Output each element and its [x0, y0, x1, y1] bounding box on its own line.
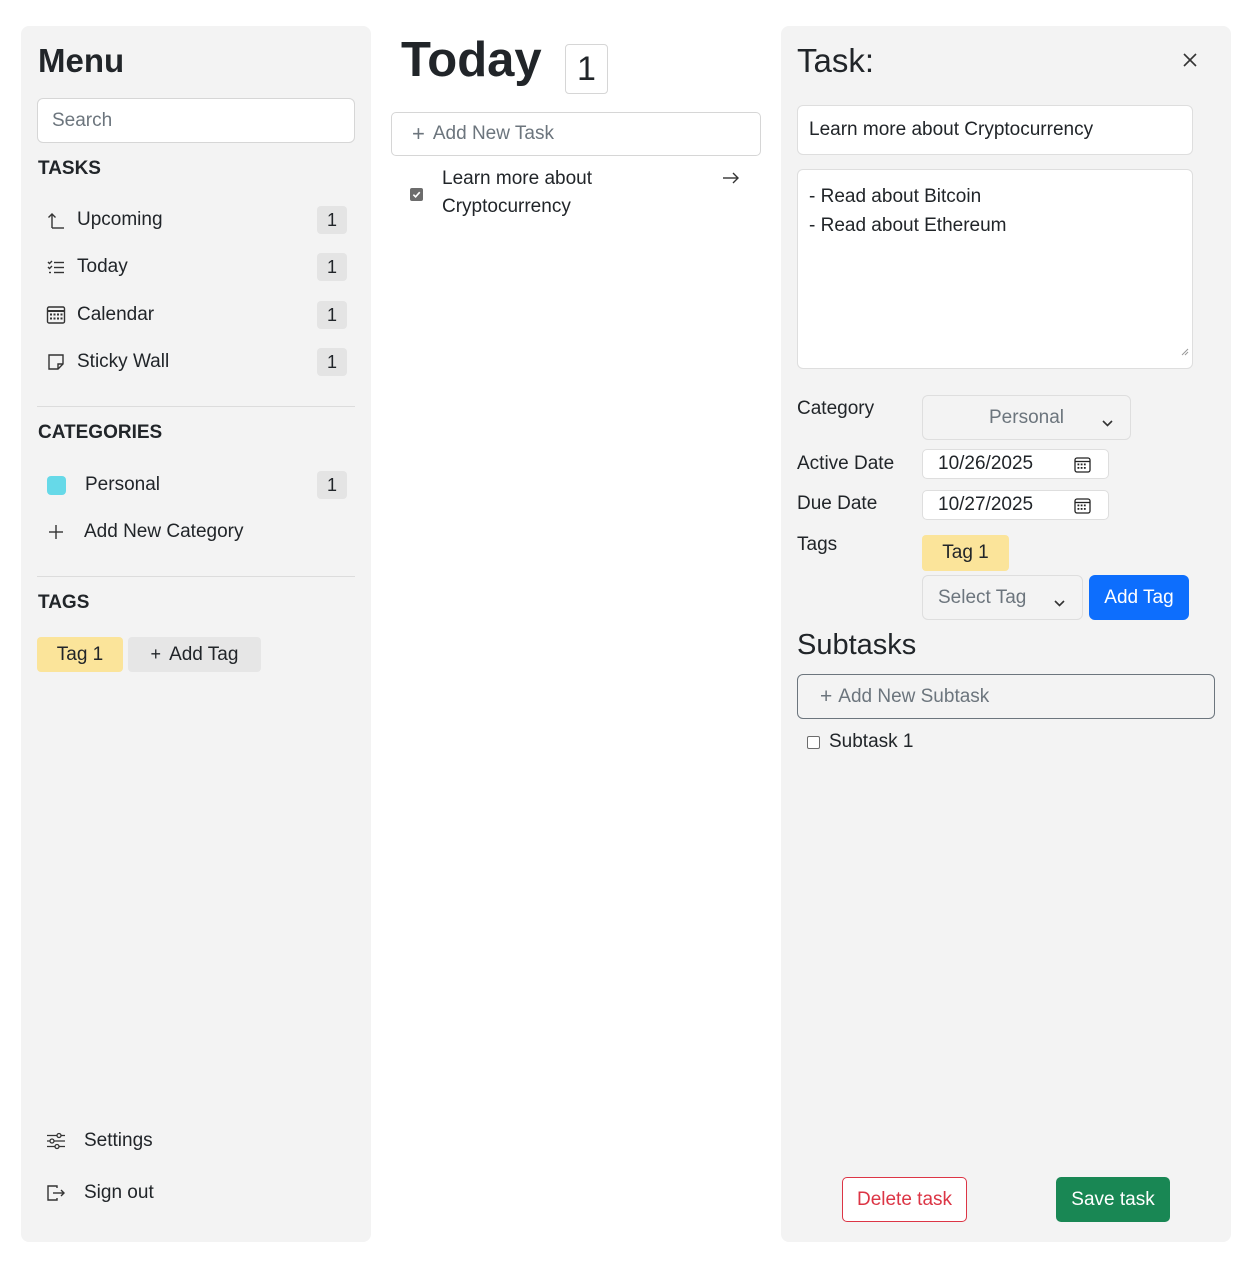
due-date-label: Due Date	[797, 493, 878, 514]
upcoming-icon	[45, 209, 67, 231]
tasks-heading: TASKS	[38, 158, 101, 179]
divider	[37, 576, 355, 577]
calendar-icon	[45, 304, 67, 326]
plus-icon	[45, 521, 67, 543]
task-title: Learn more about Cryptocurrency	[442, 168, 592, 217]
active-date-label: Active Date	[797, 453, 895, 474]
category-label: Personal	[85, 474, 160, 495]
settings-sliders-icon	[45, 1130, 67, 1152]
count-badge: 1	[317, 301, 347, 329]
arrow-right-icon[interactable]	[721, 169, 741, 192]
settings-label: Settings	[84, 1130, 153, 1151]
chevron-down-icon	[1053, 592, 1066, 614]
add-tag-button[interactable]: Add Tag	[1089, 575, 1189, 620]
sign-out-button[interactable]: Sign out	[37, 1174, 355, 1212]
active-date-value: 10/26/2025	[938, 453, 1034, 474]
select-tag-placeholder: Select Tag	[938, 586, 1027, 608]
sidebar: Menu TASKS Upcoming 1 Today 1	[21, 26, 371, 1242]
subtask-item[interactable]: Subtask 1	[807, 730, 914, 754]
tag-chip[interactable]: Tag 1	[37, 637, 123, 672]
resize-grip-icon[interactable]	[1181, 336, 1189, 365]
count-badge: 1	[317, 348, 347, 376]
description-line: - Read about Bitcoin	[809, 186, 982, 207]
add-tag-label: Add Tag	[169, 643, 239, 665]
divider	[37, 406, 355, 407]
calendar-icon[interactable]	[1074, 456, 1091, 479]
subtask-checkbox[interactable]	[807, 735, 820, 749]
count-badge: 1	[317, 206, 347, 234]
add-subtask-button[interactable]: + Add New Subtask	[797, 674, 1215, 719]
category-select-value: Personal	[989, 406, 1064, 428]
add-subtask-label: Add New Subtask	[838, 685, 990, 707]
tag-chip[interactable]: Tag 1	[922, 535, 1009, 571]
delete-task-button[interactable]: Delete task	[842, 1177, 967, 1222]
subtask-label: Subtask 1	[829, 731, 914, 752]
sidebar-item-label: Sticky Wall	[77, 351, 170, 372]
sidebar-item-label: Calendar	[77, 304, 155, 325]
count-badge: 1	[317, 253, 347, 281]
due-date-value: 10/27/2025	[938, 494, 1034, 515]
task-title-input[interactable]	[797, 105, 1193, 155]
add-tag-chip[interactable]: + Add Tag	[128, 637, 261, 672]
page-title: Today	[401, 33, 542, 87]
plus-icon: +	[820, 684, 833, 708]
sidebar-item-label: Today	[77, 256, 128, 277]
due-date-input[interactable]: 10/27/2025	[922, 490, 1109, 520]
sidebar-item-sticky-wall[interactable]: Sticky Wall 1	[37, 343, 355, 381]
active-date-input[interactable]: 10/26/2025	[922, 449, 1109, 479]
select-tag-dropdown[interactable]: Select Tag	[922, 575, 1083, 620]
search-input[interactable]	[37, 98, 355, 143]
add-category-button[interactable]: Add New Category	[37, 513, 355, 551]
sign-out-icon	[45, 1182, 67, 1204]
settings-button[interactable]: Settings	[37, 1122, 355, 1160]
sidebar-item-label: Upcoming	[77, 209, 163, 230]
description-line: - Read about Ethereum	[809, 215, 1007, 236]
plus-icon: +	[412, 121, 425, 146]
panel-title: Task:	[797, 42, 875, 79]
task-detail-panel: Task: - Read about Bitcoin - Read about …	[781, 26, 1231, 1242]
category-select[interactable]: Personal	[922, 395, 1131, 440]
sticky-note-icon	[45, 351, 67, 373]
add-category-label: Add New Category	[84, 521, 244, 542]
count-badge: 1	[317, 471, 347, 499]
add-task-label: Add New Task	[432, 123, 554, 144]
category-label: Category	[797, 398, 875, 419]
list-icon	[45, 256, 67, 278]
sign-out-label: Sign out	[84, 1182, 154, 1203]
tags-label: Tags	[797, 534, 838, 555]
subtasks-title: Subtasks	[797, 629, 917, 661]
tags-heading: TAGS	[38, 592, 90, 613]
task-checkbox[interactable]	[410, 188, 423, 201]
task-description-textarea[interactable]: - Read about Bitcoin - Read about Ethere…	[797, 169, 1193, 369]
categories-heading: CATEGORIES	[38, 422, 163, 443]
chevron-down-icon	[1101, 412, 1114, 434]
calendar-icon[interactable]	[1074, 497, 1091, 520]
category-item-personal[interactable]: Personal 1	[37, 466, 355, 504]
category-color-swatch	[47, 475, 66, 495]
plus-icon: +	[150, 644, 162, 664]
add-task-button[interactable]: + Add New Task	[391, 112, 761, 156]
sidebar-item-calendar[interactable]: Calendar 1	[37, 296, 355, 334]
menu-title: Menu	[38, 42, 125, 79]
save-task-button[interactable]: Save task	[1056, 1177, 1170, 1222]
task-list-item[interactable]: Learn more about Cryptocurrency	[391, 165, 761, 225]
close-icon[interactable]	[1181, 51, 1199, 74]
sidebar-item-today[interactable]: Today 1	[37, 248, 355, 286]
task-count-badge: 1	[565, 44, 608, 94]
sidebar-item-upcoming[interactable]: Upcoming 1	[37, 201, 355, 239]
